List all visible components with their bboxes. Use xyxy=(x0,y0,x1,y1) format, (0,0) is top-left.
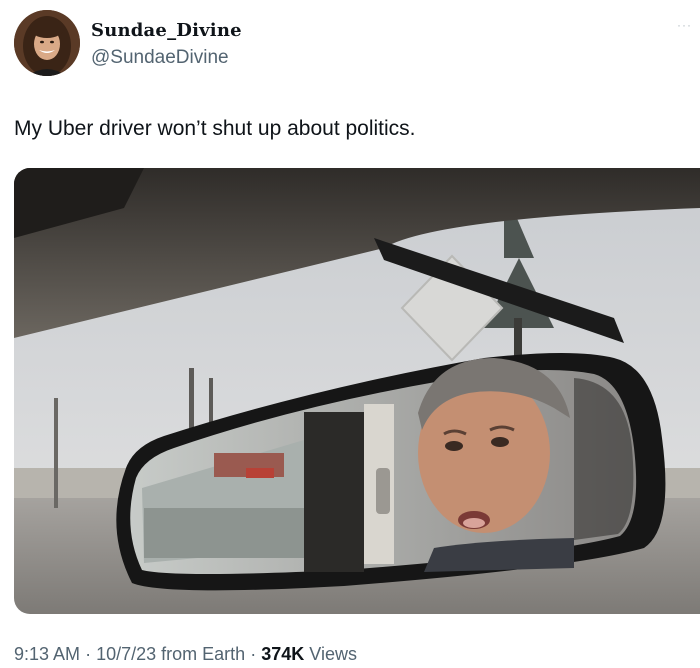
ellipsis-icon[interactable]: ··· xyxy=(677,18,692,32)
user-handle[interactable]: @SundaeDivine xyxy=(91,47,242,69)
avatar[interactable] xyxy=(14,10,80,76)
tweet-media[interactable] xyxy=(14,168,700,614)
tweet-meta: 9:13 AM · 10/7/23 from Earth · 374K View… xyxy=(14,644,357,665)
views-count[interactable]: 374K xyxy=(261,644,304,664)
tweet-time[interactable]: 9:13 AM xyxy=(14,644,80,664)
tweet-source: from Earth xyxy=(161,644,246,664)
views-label: Views xyxy=(309,644,357,664)
author-names: Sundae_Divine @SundaeDivine xyxy=(91,20,242,69)
tweet-header: Sundae_Divine @SundaeDivine ··· xyxy=(14,10,691,78)
tweet-text: My Uber driver won’t shut up about polit… xyxy=(14,117,416,140)
display-name[interactable]: Sundae_Divine xyxy=(91,20,242,41)
rear-view-mirror-photo xyxy=(14,168,700,614)
tweet-date[interactable]: 10/7/23 xyxy=(96,644,156,664)
profile-photo-icon xyxy=(14,10,80,76)
separator: · xyxy=(85,644,92,664)
separator: · xyxy=(250,644,257,664)
